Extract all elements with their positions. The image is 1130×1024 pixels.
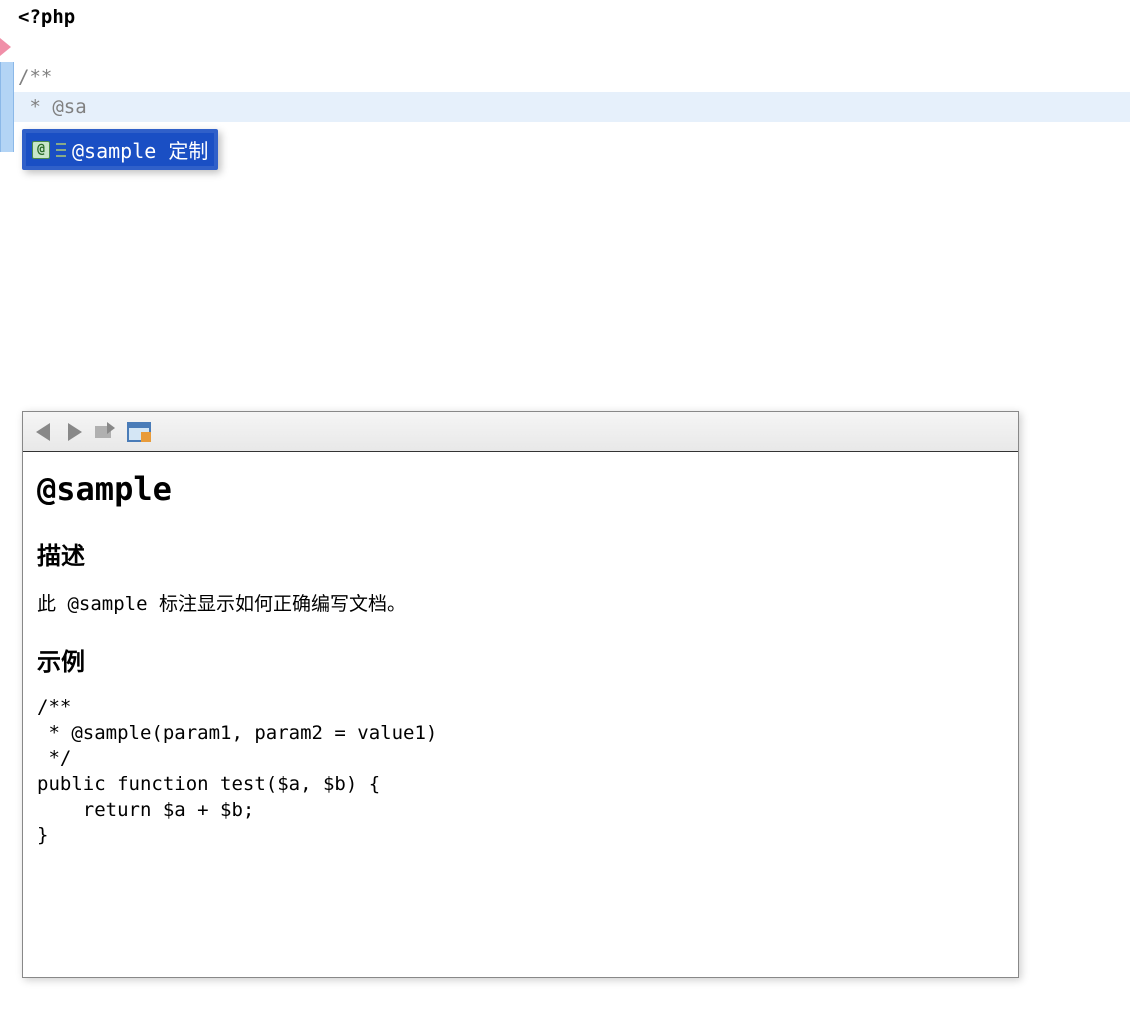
code-line-2[interactable] [0, 32, 1130, 62]
documentation-panel: @sample 描述 此 @sample 标注显示如何正确编写文档。 示例 /*… [22, 411, 1019, 978]
arrow-right-icon [68, 423, 82, 441]
gutter-3 [0, 62, 14, 92]
autocomplete-item-text: @sample 定制 [72, 135, 208, 164]
doc-description-heading: 描述 [37, 536, 1004, 571]
fold-arrow-icon [0, 38, 11, 56]
code-line-4-active[interactable]: * @sa [0, 92, 1130, 122]
code-text-3: /** [14, 66, 52, 88]
gutter-marker-icon [0, 122, 14, 152]
autocomplete-lines-icon [56, 143, 66, 157]
doc-example-heading: 示例 [37, 642, 1004, 677]
doc-description-text: 此 @sample 标注显示如何正确编写文档。 [37, 589, 1004, 616]
window-icon [127, 422, 151, 442]
autocomplete-popup[interactable]: @ @sample 定制 [22, 129, 218, 170]
gutter-marker-icon [0, 62, 14, 92]
gutter-4 [0, 92, 14, 122]
arrow-left-icon [36, 423, 50, 441]
open-external-button[interactable] [127, 420, 151, 444]
code-line-1[interactable]: <?php [0, 2, 1130, 32]
gutter-5 [0, 122, 14, 152]
history-button[interactable] [95, 420, 119, 444]
code-line-3[interactable]: /** [0, 62, 1130, 92]
doc-title: @sample [37, 470, 1004, 508]
doc-content: @sample 描述 此 @sample 标注显示如何正确编写文档。 示例 /*… [23, 452, 1018, 867]
doc-toolbar [23, 412, 1018, 452]
forward-button[interactable] [63, 420, 87, 444]
history-icon [95, 422, 119, 442]
gutter-marker-icon [0, 92, 14, 122]
gutter-1 [0, 2, 14, 32]
doc-example-code: /** * @sample(param1, param2 = value1) *… [37, 695, 1004, 849]
gutter-2 [0, 32, 14, 62]
code-text-4: * @sa [14, 96, 87, 118]
annotation-icon: @ [32, 141, 50, 159]
back-button[interactable] [31, 420, 55, 444]
code-text-1: <?php [14, 6, 75, 28]
